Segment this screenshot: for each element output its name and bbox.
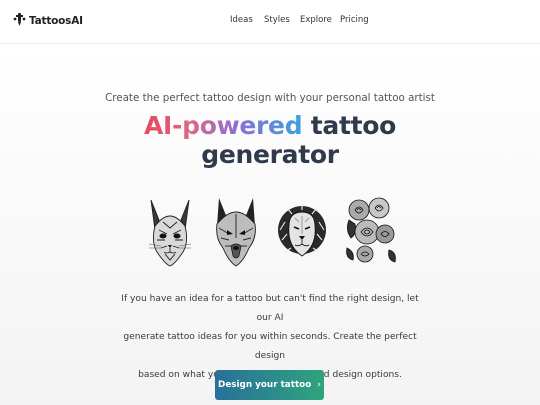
- nav-link-styles[interactable]: Styles: [264, 15, 290, 25]
- cta-label: Design your tattoo: [218, 380, 312, 390]
- description-line-2: generate tattoo ideas for you within sec…: [123, 332, 417, 361]
- headline-highlight: AI-powered: [143, 111, 303, 140]
- wolf-tattoo-image: [211, 190, 261, 268]
- nav-link-explore[interactable]: Explore: [300, 15, 332, 25]
- chevron-right-icon: ›: [317, 380, 321, 390]
- headline-line1-rest: tattoo: [302, 111, 397, 140]
- hero-headline: AI-powered tattoo generator: [0, 111, 540, 169]
- top-header: TattoosAI Ideas Styles Explore Pricing: [0, 0, 540, 44]
- roses-tattoo-image: [343, 190, 399, 268]
- main-nav: Ideas Styles Explore Pricing: [0, 15, 540, 29]
- nav-link-pricing[interactable]: Pricing: [340, 15, 369, 25]
- tattoo-gallery: [145, 190, 399, 268]
- hero-subtitle: Create the perfect tattoo design with yo…: [105, 92, 435, 104]
- headline-line2: generator: [201, 140, 339, 169]
- cat-tattoo-image: [145, 190, 195, 268]
- nav-link-ideas[interactable]: Ideas: [230, 15, 253, 25]
- design-your-tattoo-button[interactable]: Design your tattoo ›: [215, 370, 324, 400]
- lion-tattoo-image: [277, 190, 327, 268]
- description-line-1: If you have an idea for a tattoo but can…: [121, 294, 419, 323]
